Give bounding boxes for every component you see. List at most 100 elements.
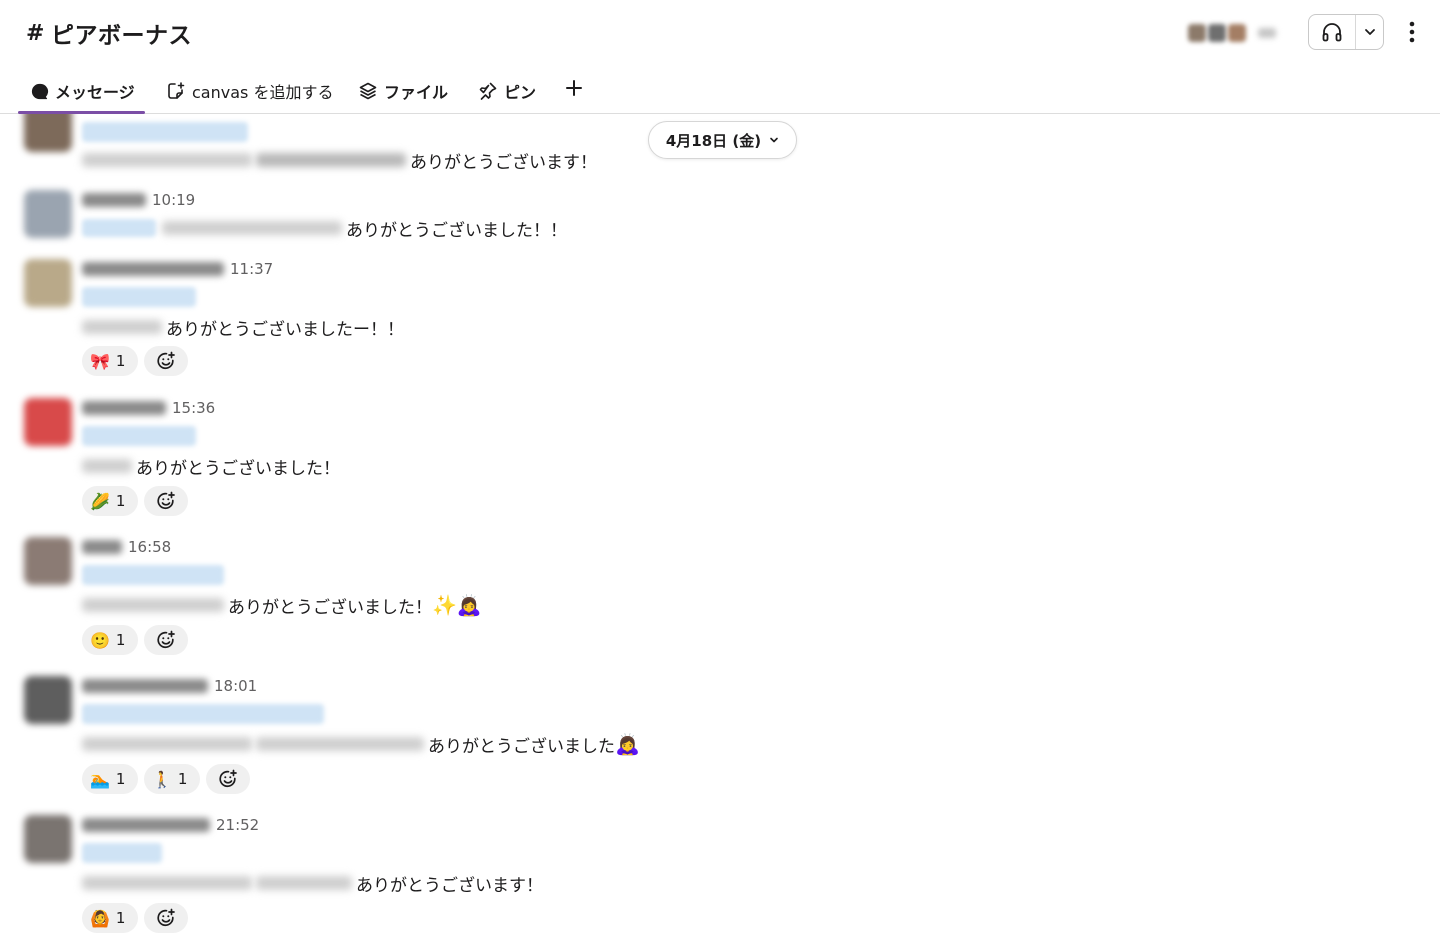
add-reaction-button[interactable] bbox=[206, 764, 250, 794]
message-header: 16:58 bbox=[82, 537, 171, 557]
message-body: ありがとうございました！！ bbox=[82, 216, 567, 241]
reaction-bar: 🏊 1 🚶 1 bbox=[82, 764, 250, 794]
user-mention[interactable] bbox=[82, 565, 224, 585]
avatar[interactable] bbox=[24, 398, 72, 446]
avatar[interactable] bbox=[24, 114, 72, 152]
message-header: 15:36 bbox=[82, 398, 215, 418]
headphones-icon bbox=[1322, 23, 1342, 42]
message-timestamp[interactable]: 10:19 bbox=[152, 191, 195, 209]
reaction-chip[interactable]: 🚶 1 bbox=[144, 764, 200, 794]
tab-label: ピン bbox=[504, 83, 537, 102]
user-mention[interactable] bbox=[82, 704, 324, 724]
user-mention[interactable] bbox=[82, 287, 196, 307]
user-mention[interactable] bbox=[82, 426, 196, 446]
add-reaction-button[interactable] bbox=[144, 625, 188, 655]
sender-name[interactable] bbox=[82, 262, 224, 276]
message-text: ありがとうございます！ bbox=[410, 152, 597, 173]
add-reaction-button[interactable] bbox=[144, 903, 188, 933]
plus-icon bbox=[566, 80, 582, 96]
reaction-emoji: 🎀 bbox=[90, 351, 110, 371]
member-avatar bbox=[1188, 24, 1206, 42]
huddle-button[interactable] bbox=[1309, 15, 1357, 49]
message-header: 10:19 bbox=[82, 190, 195, 210]
message-text: ありがとうございました！！ bbox=[346, 220, 567, 241]
chevron-down-icon bbox=[770, 137, 778, 143]
member-avatar bbox=[1208, 24, 1226, 42]
tab-add-canvas[interactable]: canvas を追加する bbox=[166, 76, 333, 106]
reaction-chip[interactable]: 🎀 1 bbox=[82, 346, 138, 376]
reaction-bar: 🎀 1 bbox=[82, 346, 188, 376]
user-mention[interactable] bbox=[82, 122, 248, 142]
add-emoji-icon bbox=[219, 769, 237, 788]
message-header: 11:37 bbox=[82, 259, 273, 279]
message-text: ありがとうございましたー！！ bbox=[166, 319, 404, 340]
channel-name: ピアボーナス bbox=[50, 23, 192, 49]
message-timestamp[interactable]: 11:37 bbox=[230, 260, 273, 278]
sender-name[interactable] bbox=[82, 540, 122, 554]
channel-tabs: メッセージ canvas を追加する ファイル ピン bbox=[0, 70, 1440, 114]
message-header: 18:01 bbox=[82, 676, 257, 696]
avatar[interactable] bbox=[24, 815, 72, 863]
message-timestamp[interactable]: 16:58 bbox=[128, 538, 171, 556]
message-timestamp[interactable]: 21:52 bbox=[216, 816, 259, 834]
date-label: 4月18日 (金) bbox=[665, 131, 762, 150]
message-timestamp[interactable]: 18:01 bbox=[214, 677, 257, 695]
user-mention[interactable] bbox=[82, 219, 156, 237]
huddle-control bbox=[1308, 14, 1384, 50]
channel-header: # ピアボーナス bbox=[0, 0, 1440, 62]
huddle-menu-button[interactable] bbox=[1356, 15, 1383, 49]
reaction-count: 1 bbox=[115, 492, 126, 510]
reaction-count: 1 bbox=[115, 770, 126, 788]
add-tab-button[interactable] bbox=[563, 76, 585, 100]
message-text: ありがとうございます！ bbox=[356, 875, 543, 896]
add-emoji-icon bbox=[157, 630, 175, 649]
avatar[interactable] bbox=[24, 259, 72, 307]
reaction-chip[interactable]: 🙆 1 bbox=[82, 903, 138, 933]
message-body: ありがとうございました 🙇‍♀️ bbox=[82, 732, 640, 757]
reaction-chip[interactable]: 🌽 1 bbox=[82, 486, 138, 516]
add-reaction-button[interactable] bbox=[144, 486, 188, 516]
channel-title[interactable]: # ピアボーナス bbox=[26, 16, 192, 50]
message-bubble-icon bbox=[31, 83, 49, 99]
message-timestamp[interactable]: 15:36 bbox=[172, 399, 215, 417]
date-jump-button[interactable]: 4月18日 (金) bbox=[648, 121, 797, 159]
message-text: ありがとうございました！ bbox=[228, 597, 432, 618]
more-options-button[interactable] bbox=[1398, 16, 1426, 48]
add-reaction-button[interactable] bbox=[144, 346, 188, 376]
chevron-down-icon bbox=[1364, 29, 1375, 35]
sender-name[interactable] bbox=[82, 401, 166, 415]
message-body: ありがとうございました！ ✨🙇‍♀️ bbox=[82, 593, 482, 618]
reaction-bar: 🌽 1 bbox=[82, 486, 188, 516]
tab-label: canvas を追加する bbox=[192, 83, 334, 102]
avatar[interactable] bbox=[24, 190, 72, 238]
member-count bbox=[1258, 28, 1276, 38]
reaction-chip[interactable]: 🙂 1 bbox=[82, 625, 138, 655]
channel-members-button[interactable] bbox=[1180, 16, 1296, 50]
reaction-chip[interactable]: 🏊 1 bbox=[82, 764, 138, 794]
sender-name[interactable] bbox=[82, 818, 210, 832]
canvas-add-icon bbox=[168, 82, 185, 99]
pin-icon bbox=[479, 82, 497, 100]
user-mention[interactable] bbox=[82, 843, 162, 863]
kebab-menu-icon bbox=[1409, 21, 1415, 43]
tab-messages[interactable]: メッセージ bbox=[18, 76, 145, 114]
channel-hash-icon: # bbox=[26, 20, 45, 46]
reaction-emoji: 🚶 bbox=[152, 769, 172, 789]
reaction-count: 1 bbox=[115, 352, 126, 370]
message-emoji: 🙇‍♀️ bbox=[615, 732, 640, 756]
sender-name[interactable] bbox=[82, 193, 146, 207]
message-emoji: ✨🙇‍♀️ bbox=[432, 593, 482, 617]
avatar[interactable] bbox=[24, 537, 72, 585]
sender-name[interactable] bbox=[82, 679, 208, 693]
tab-pins[interactable]: ピン bbox=[478, 76, 536, 106]
add-emoji-icon bbox=[157, 351, 175, 370]
tab-label: メッセージ bbox=[55, 83, 135, 102]
message-text: ありがとうございました bbox=[428, 736, 615, 757]
reaction-count: 1 bbox=[115, 909, 126, 927]
tab-files[interactable]: ファイル bbox=[358, 76, 448, 106]
tab-label: ファイル bbox=[384, 83, 449, 102]
reaction-count: 1 bbox=[115, 631, 126, 649]
message-header: 21:52 bbox=[82, 815, 259, 835]
avatar[interactable] bbox=[24, 676, 72, 724]
message-body: ありがとうございます！ bbox=[82, 148, 597, 173]
